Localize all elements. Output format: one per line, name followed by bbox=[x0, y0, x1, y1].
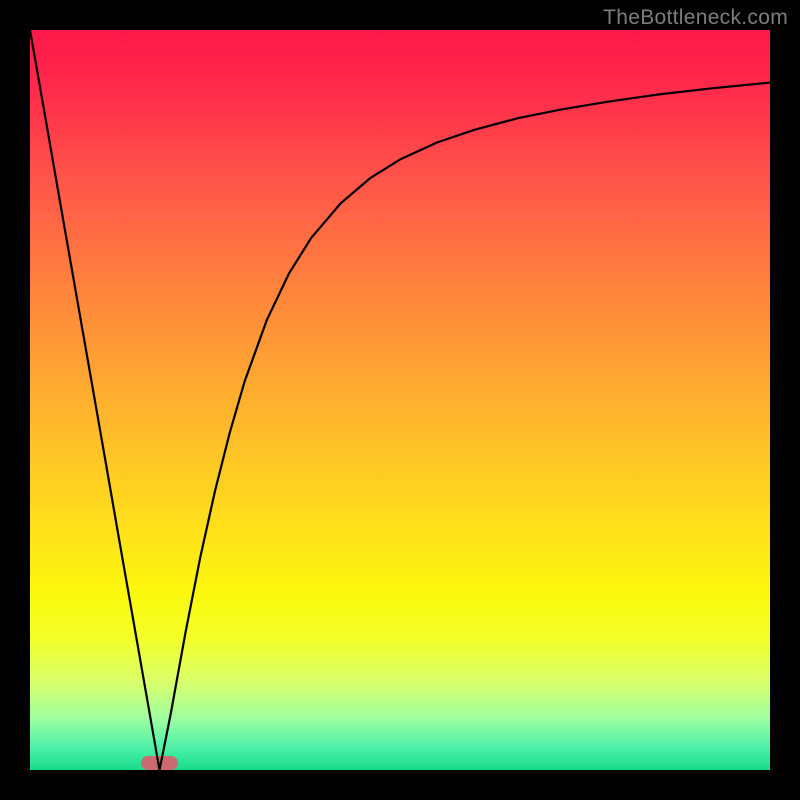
plot-area bbox=[30, 30, 770, 770]
watermark-text: TheBottleneck.com bbox=[603, 6, 788, 30]
curve-svg bbox=[30, 30, 770, 770]
chart-frame: TheBottleneck.com bbox=[0, 0, 800, 800]
bottleneck-curve bbox=[30, 30, 770, 770]
